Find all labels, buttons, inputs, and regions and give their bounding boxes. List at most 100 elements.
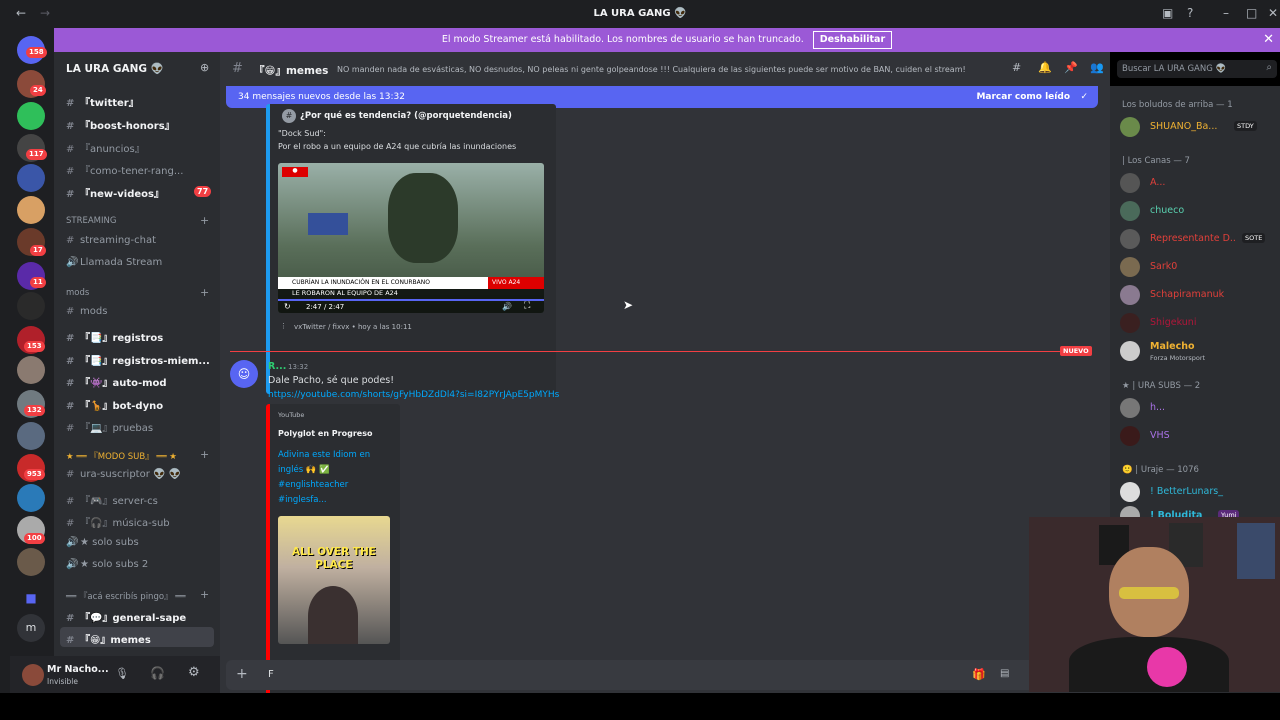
server-icon[interactable]	[17, 196, 45, 224]
server-icon[interactable]	[17, 102, 45, 130]
video-thumbnail[interactable]: ALL OVER THE PLACE	[278, 516, 390, 644]
member-item[interactable]: chueco	[1118, 199, 1278, 223]
channel-como-tener-rango[interactable]: # 『como-tener-rang...	[66, 162, 183, 177]
search-icon: ⌕	[1266, 62, 1272, 73]
message-author[interactable]: R...	[268, 361, 286, 372]
discord-avatar-icon[interactable]: ☺	[230, 360, 258, 388]
server-name[interactable]: LA URA GANG 👽	[66, 62, 164, 75]
badge: 11	[30, 277, 46, 288]
member-item[interactable]: Sark0	[1118, 255, 1278, 279]
member-item[interactable]: Shigekuni	[1118, 311, 1278, 335]
headphones-icon[interactable]: 🎧	[150, 666, 165, 680]
server-icon[interactable]	[17, 422, 45, 450]
server-icon[interactable]	[17, 164, 45, 192]
channel-general-sape[interactable]: # 『💬』general-sape	[66, 609, 186, 624]
channel-label: 『anuncios』	[80, 144, 145, 155]
message-input[interactable]: + F 🎁 ▤	[226, 660, 1104, 690]
search-input[interactable]: Buscar LA URA GANG 👽 ⌕	[1117, 60, 1277, 78]
hash-icon: #	[66, 306, 75, 317]
member-item[interactable]: A...	[1118, 171, 1278, 195]
member-item[interactable]: h...	[1118, 396, 1278, 420]
bell-icon[interactable]: 🔔	[1038, 61, 1052, 74]
channel-header: # 『😁』memes NO manden nada de esvásticas,…	[220, 52, 1110, 86]
voice-channel-solo-subs-2[interactable]: 🔊 ★ solo subs 2	[66, 559, 148, 570]
category-mods[interactable]: mods	[66, 288, 89, 298]
add-channel-icon[interactable]: +	[200, 286, 209, 299]
add-attachment-icon[interactable]: +	[236, 666, 248, 682]
channel-bot-dyno[interactable]: # 『🦒』bot-dyno	[66, 397, 163, 412]
channel-mods[interactable]: # mods	[66, 306, 107, 317]
mouse-cursor-icon: ➤	[623, 298, 634, 312]
channel-server-cs[interactable]: # 『🎮』server-cs	[66, 492, 158, 507]
channel-topic[interactable]: NO manden nada de esvásticas, NO desnudo…	[337, 65, 997, 74]
video-player[interactable]: ● CUBRÍAN LA INUNDACIÓN EN EL CONURBANO …	[278, 163, 544, 313]
channel-streaming-chat[interactable]: # streaming-chat	[66, 235, 156, 246]
badge: 24	[30, 85, 46, 96]
channel-pruebas[interactable]: # 『💻』pruebas	[66, 419, 153, 434]
channel-registros-miembros[interactable]: # 『📑』registros-miem...	[66, 352, 210, 367]
member-name: chueco	[1150, 205, 1185, 216]
username[interactable]: Mr Nacho...	[47, 664, 109, 675]
server-icon[interactable]	[17, 484, 45, 512]
member-item[interactable]: SHUANO_Ba... STDY	[1118, 115, 1278, 139]
channel-new-videos[interactable]: # 『new-videos』	[66, 185, 164, 200]
replay-icon[interactable]: ↻	[284, 302, 291, 311]
close-window-icon[interactable]: ✕	[1268, 6, 1278, 20]
channel-label: 『😁』memes	[80, 635, 151, 646]
category-streaming[interactable]: STREAMING	[66, 216, 116, 226]
avatar	[1120, 398, 1140, 418]
minimize-icon[interactable]: –	[1223, 6, 1229, 20]
gif-icon[interactable]: ▤	[1000, 668, 1009, 679]
volume-icon[interactable]: 🔊	[502, 302, 512, 311]
channel-twitter[interactable]: # 『twitter』	[66, 94, 139, 109]
add-channel-icon[interactable]: +	[200, 588, 209, 601]
member-item[interactable]: ! BetterLunars_	[1118, 480, 1278, 504]
category-aca-escribis-pingo[interactable]: ══ 『acá escribís pingo』 ══	[66, 590, 185, 602]
close-banner-icon[interactable]: ✕	[1263, 28, 1274, 52]
member-item[interactable]: Schapiramanuk	[1118, 283, 1278, 307]
avatar[interactable]	[22, 664, 44, 686]
channel-anuncios[interactable]: # 『anuncios』	[66, 140, 145, 155]
help-icon[interactable]: ?	[1187, 6, 1193, 20]
threads-icon[interactable]: #	[1012, 61, 1021, 74]
server-icon[interactable]	[17, 292, 45, 320]
avatar	[1120, 257, 1140, 277]
add-member-icon[interactable]: ⊕	[200, 61, 209, 74]
inbox-icon[interactable]: ▣	[1162, 6, 1173, 20]
embed-title[interactable]: Adivina este Idiom en inglés 🙌 ✅ #englis…	[278, 448, 396, 508]
channel-auto-mod[interactable]: # 『👾』auto-mod	[66, 374, 167, 389]
message-link[interactable]: https://youtube.com/shorts/gFyHbDZdDl4?s…	[268, 390, 559, 400]
channel-boost-honors[interactable]: # 『boost-honors』	[66, 117, 175, 132]
fullscreen-icon[interactable]: ⛶	[524, 301, 530, 311]
video-progress-bar[interactable]	[278, 299, 544, 301]
add-channel-icon[interactable]: +	[200, 448, 209, 461]
member-item[interactable]: Malecho Forza Motorsport	[1118, 339, 1278, 363]
microphone-icon[interactable]: 🎙	[115, 667, 129, 680]
channel-ura-suscriptor[interactable]: # ura-suscriptor 👽 👽	[66, 469, 181, 480]
maximize-icon[interactable]: □	[1246, 6, 1257, 20]
settings-gear-icon[interactable]: ⚙	[188, 665, 200, 680]
member-list-icon[interactable]: 👥	[1090, 61, 1104, 74]
pin-icon[interactable]: 📌	[1064, 61, 1078, 74]
avatar	[1120, 285, 1140, 305]
server-icon[interactable]	[17, 548, 45, 576]
channel-label: 『new-videos』	[80, 189, 164, 200]
folder-icon[interactable]: ■	[17, 584, 45, 612]
channel-registros[interactable]: # 『📑』registros	[66, 329, 163, 344]
gift-icon[interactable]: 🎁	[972, 668, 986, 681]
member-item[interactable]: VHS	[1118, 424, 1278, 448]
server-letter[interactable]: m	[17, 614, 45, 642]
embed-author[interactable]: ¿Por qué es tendencia? (@porquetendencia…	[300, 111, 512, 121]
disable-streamer-button[interactable]: Deshabilitar	[812, 31, 893, 49]
channel-memes-selected[interactable]: # 『😁』memes	[60, 627, 214, 647]
glasses-shape	[1119, 587, 1179, 599]
add-channel-icon[interactable]: +	[200, 214, 209, 227]
embed-channel[interactable]: Polyglot en Progreso	[278, 429, 372, 438]
voice-channel-llamada-stream[interactable]: 🔊 Llamada Stream	[66, 257, 162, 268]
channel-musica-sub[interactable]: # 『🎧』música-sub	[66, 514, 170, 529]
category-modo-sub[interactable]: ★ ══ 『MODO SUB』 ══ ★	[66, 450, 177, 462]
server-icon[interactable]	[17, 356, 45, 384]
voice-channel-solo-subs[interactable]: 🔊 ★ solo subs	[66, 537, 139, 548]
member-item[interactable]: Representante D... SOTE	[1118, 227, 1278, 251]
mark-as-read-button[interactable]: Marcar como leído	[976, 86, 1070, 108]
